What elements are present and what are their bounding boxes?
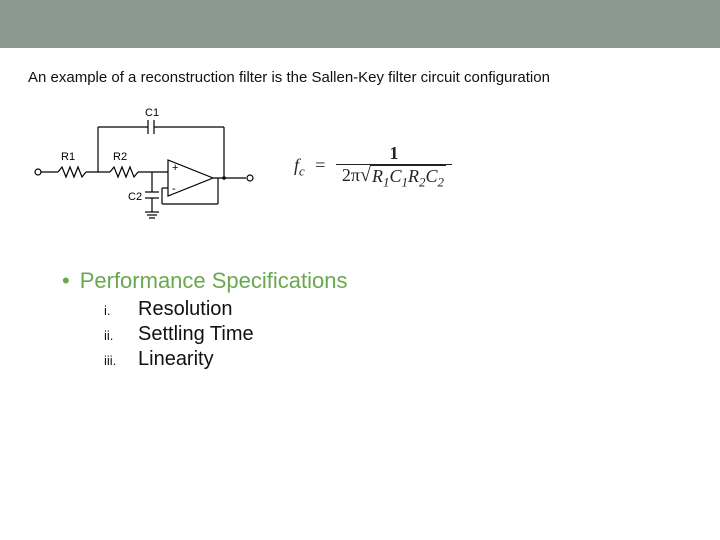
intro-paragraph: An example of a reconstruction filter is… (28, 68, 692, 88)
formula-equals: = (315, 155, 325, 175)
bullet-icon: • (62, 268, 70, 294)
label-r2: R2 (113, 151, 127, 163)
cutoff-frequency-formula: fc = 1 2π√R1C1R2C2 (294, 143, 452, 191)
roman-numeral: iii. (104, 353, 138, 368)
spec-item-label: Settling Time (138, 323, 254, 346)
formula-r1: R (372, 166, 383, 186)
formula-2pi: 2π (342, 165, 360, 185)
label-r1: R1 (61, 151, 75, 163)
spec-item-label: Resolution (138, 298, 233, 321)
list-item: ii. Settling Time (104, 323, 692, 346)
slide-content: An example of a reconstruction filter is… (0, 48, 720, 371)
spec-item-label: Linearity (138, 348, 214, 371)
formula-c2: C (425, 166, 437, 186)
slide-title-bar (0, 0, 720, 48)
formula-c1: C (389, 166, 401, 186)
label-c2: C2 (128, 191, 142, 203)
label-c1: C1 (145, 107, 159, 119)
formula-numerator: 1 (389, 143, 398, 163)
spec-section: • Performance Specifications i. Resoluti… (28, 268, 692, 371)
opamp-plus: + (172, 162, 178, 174)
formula-c2sub: 2 (437, 175, 443, 190)
formula-lhs-sub: c (299, 164, 305, 179)
spec-list: i. Resolution ii. Settling Time iii. Lin… (104, 298, 692, 371)
figure-and-formula-row: R1 R2 C1 C2 (28, 102, 692, 232)
opamp-minus: - (172, 183, 176, 195)
list-item: iii. Linearity (104, 348, 692, 371)
roman-numeral: ii. (104, 328, 138, 343)
formula-r2: R (408, 166, 419, 186)
spec-title: Performance Specifications (80, 268, 348, 294)
list-item: i. Resolution (104, 298, 692, 321)
sallen-key-circuit: R1 R2 C1 C2 (28, 102, 268, 232)
roman-numeral: i. (104, 303, 138, 318)
